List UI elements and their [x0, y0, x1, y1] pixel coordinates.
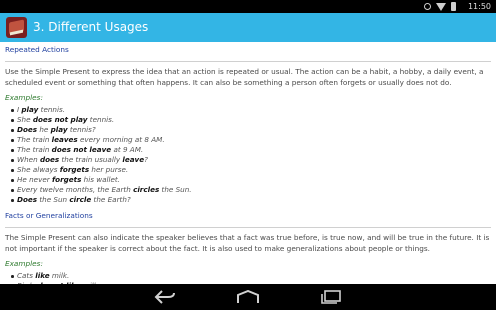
- lesson-content[interactable]: Repeated Actions Use the Simple Present …: [0, 42, 496, 284]
- example-text: She: [17, 115, 33, 124]
- example-text: Every twelve months, the Earth: [17, 185, 134, 194]
- page-title: 3. Different Usages: [33, 20, 149, 34]
- section-divider: [5, 61, 491, 62]
- example-verb: Does: [17, 195, 38, 204]
- example-text: he: [37, 125, 51, 134]
- example-text: Cats: [17, 271, 36, 280]
- status-bar: 11:50: [0, 0, 496, 13]
- example-item: She always forgets her purse.: [11, 165, 491, 175]
- example-text: the Earth?: [91, 195, 131, 204]
- example-text: the train usually: [59, 155, 123, 164]
- example-text: his wallet.: [81, 175, 121, 184]
- example-item: He never forgets his wallet.: [11, 175, 491, 185]
- example-text: tennis.: [87, 115, 115, 124]
- battery-icon: [451, 2, 456, 11]
- status-time: 11:50: [467, 2, 491, 11]
- section-heading: Repeated Actions: [5, 45, 69, 54]
- navigation-bar: [0, 284, 496, 310]
- examples-label: Examples:: [5, 259, 43, 268]
- example-text: the Sun: [37, 195, 70, 204]
- example-verb: leaves: [51, 135, 78, 144]
- example-verb: does not play: [32, 115, 88, 124]
- alarm-icon: [424, 3, 431, 10]
- example-text: the Sun.: [159, 185, 192, 194]
- example-verb: play: [21, 105, 39, 114]
- example-verb: like: [35, 271, 50, 280]
- example-text: tennis?: [67, 125, 96, 134]
- section-paragraph: The Simple Present can also indicate the…: [5, 233, 490, 253]
- example-item: She does not play tennis.: [11, 115, 491, 125]
- recents-icon: [321, 290, 341, 304]
- section-paragraph: Use the Simple Present to express the id…: [5, 67, 484, 87]
- example-text: milk.: [49, 271, 70, 280]
- example-text: at 9 AM.: [111, 145, 144, 154]
- example-verb: Does: [17, 125, 38, 134]
- wifi-icon: [436, 2, 446, 11]
- example-item: Does he play tennis?: [11, 125, 491, 135]
- status-icons: [424, 2, 456, 11]
- home-button[interactable]: [233, 288, 263, 306]
- example-text: The train: [17, 145, 52, 154]
- examples-label: Examples:: [5, 93, 43, 102]
- example-verb: circles: [133, 185, 160, 194]
- example-text: He never: [17, 175, 53, 184]
- example-text: her purse.: [89, 165, 129, 174]
- example-verb: circle: [69, 195, 92, 204]
- example-verb: leave: [122, 155, 145, 164]
- book-icon[interactable]: [6, 17, 27, 38]
- recents-button[interactable]: [316, 288, 346, 306]
- example-verb: forgets: [59, 165, 90, 174]
- action-bar: 3. Different Usages: [0, 13, 496, 42]
- example-text: tennis.: [38, 105, 66, 114]
- example-verb: does not leave: [51, 145, 112, 154]
- back-icon: [154, 290, 175, 304]
- example-text: The train: [17, 135, 52, 144]
- example-item: The train does not leave at 9 AM.: [11, 145, 491, 155]
- section-divider: [5, 227, 491, 228]
- example-item: I play tennis.: [11, 105, 491, 115]
- home-icon: [237, 290, 259, 303]
- example-item: When does the train usually leave?: [11, 155, 491, 165]
- example-item: The train leaves every morning at 8 AM.: [11, 135, 491, 145]
- example-item: Does the Sun circle the Earth?: [11, 195, 491, 205]
- example-text: When: [17, 155, 40, 164]
- section-repeated-actions: Repeated Actions Use the Simple Present …: [5, 45, 491, 205]
- examples-list: Cats like milk.Birds do not like milk.: [5, 271, 491, 284]
- example-text: She always: [17, 165, 60, 174]
- example-verb: forgets: [52, 175, 82, 184]
- example-text: ?: [144, 155, 148, 164]
- example-text: every morning at 8 AM.: [77, 135, 165, 144]
- example-verb: play: [50, 125, 68, 134]
- back-button[interactable]: [150, 288, 180, 306]
- examples-list: I play tennis. She does not play tennis. D…: [5, 105, 491, 205]
- example-verb: does: [39, 155, 60, 164]
- section-facts-generalizations: Facts or Generalizations The Simple Pres…: [5, 211, 491, 284]
- example-item: Every twelve months, the Earth circles t…: [11, 185, 491, 195]
- section-heading: Facts or Generalizations: [5, 211, 93, 220]
- example-item: Cats like milk.: [11, 271, 491, 281]
